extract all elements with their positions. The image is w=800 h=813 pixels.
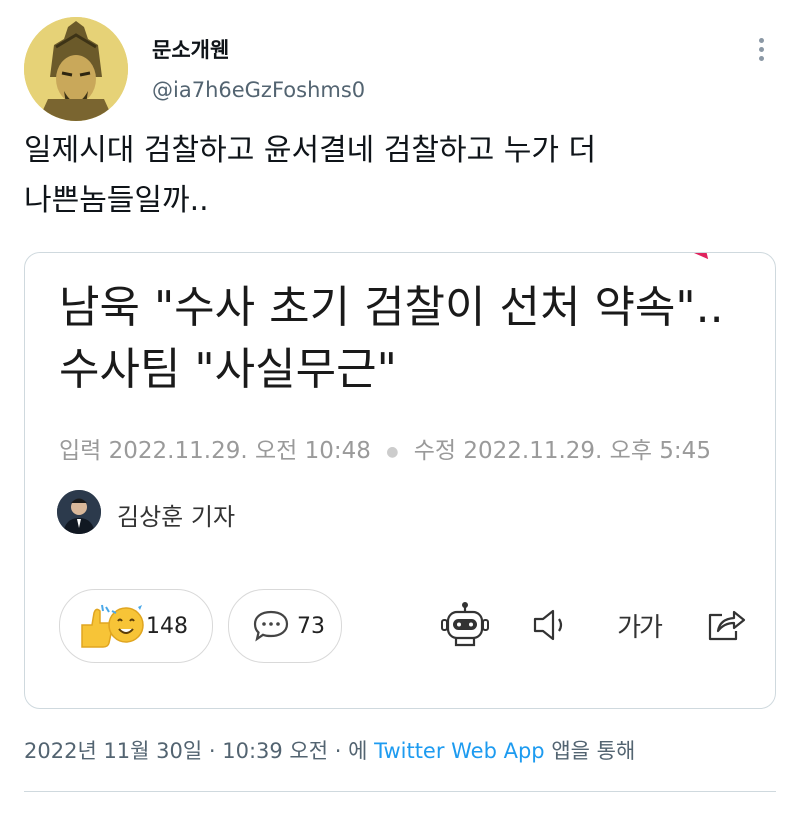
comment-count: 73 [297,613,325,639]
reaction-button[interactable]: 148 [59,589,213,663]
published-label: 입력 [59,438,102,464]
reporter-avatar [57,490,101,534]
source-app-link[interactable]: Twitter Web App [374,739,545,763]
helmeted-warrior-avatar-icon [24,17,128,121]
article-image-card[interactable]: 남욱 "수사 초기 검찰이 선처 약속"..수사팀 "사실무근" 입력 2022… [24,252,776,709]
robot-summary-icon[interactable] [437,601,493,649]
more-options-icon[interactable] [750,34,772,68]
article-headline: 남욱 "수사 초기 검찰이 선처 약속"..수사팀 "사실무근" [59,282,724,395]
modified-date: 2022.11.29. 오후 5:45 [463,438,711,464]
reaction-count: 148 [146,613,188,639]
thumbs-up-smile-icon [81,604,144,648]
source-app-suffix: 앱을 통해 [551,739,636,763]
published-date: 2022.11.29. 오전 10:48 [108,438,371,464]
speaker-icon[interactable] [525,601,579,649]
author-handle[interactable]: @ia7h6eGzFoshms0 [152,78,365,102]
font-size-label: 가가 [617,612,663,643]
comment-bubble-icon [253,610,289,642]
tweet-timestamp: 2022년 11월 30일 · 10:39 오전 · 에 Twitter Web… [24,735,635,765]
author-display-name[interactable]: 문소개웬 [152,34,229,64]
article-dates: 입력 2022.11.29. 오전 10:48 ● 수정 2022.11.29.… [59,431,711,465]
font-size-icon[interactable]: 가가 [609,601,669,649]
divider [24,791,776,792]
share-icon[interactable] [701,601,751,649]
corner-accent [691,253,715,265]
timestamp-text[interactable]: 2022년 11월 30일 · 10:39 오전 · 에 [24,739,367,763]
reporter-name: 김상훈 기자 [117,503,236,531]
date-separator: ● [386,443,399,460]
author-avatar[interactable] [24,17,128,121]
tweet-text: 일제시대 검찰하고 윤서결네 검찰하고 누가 더 나쁜놈들일까.. [24,133,597,218]
comment-button[interactable]: 73 [228,589,342,663]
modified-label: 수정 [413,438,457,464]
